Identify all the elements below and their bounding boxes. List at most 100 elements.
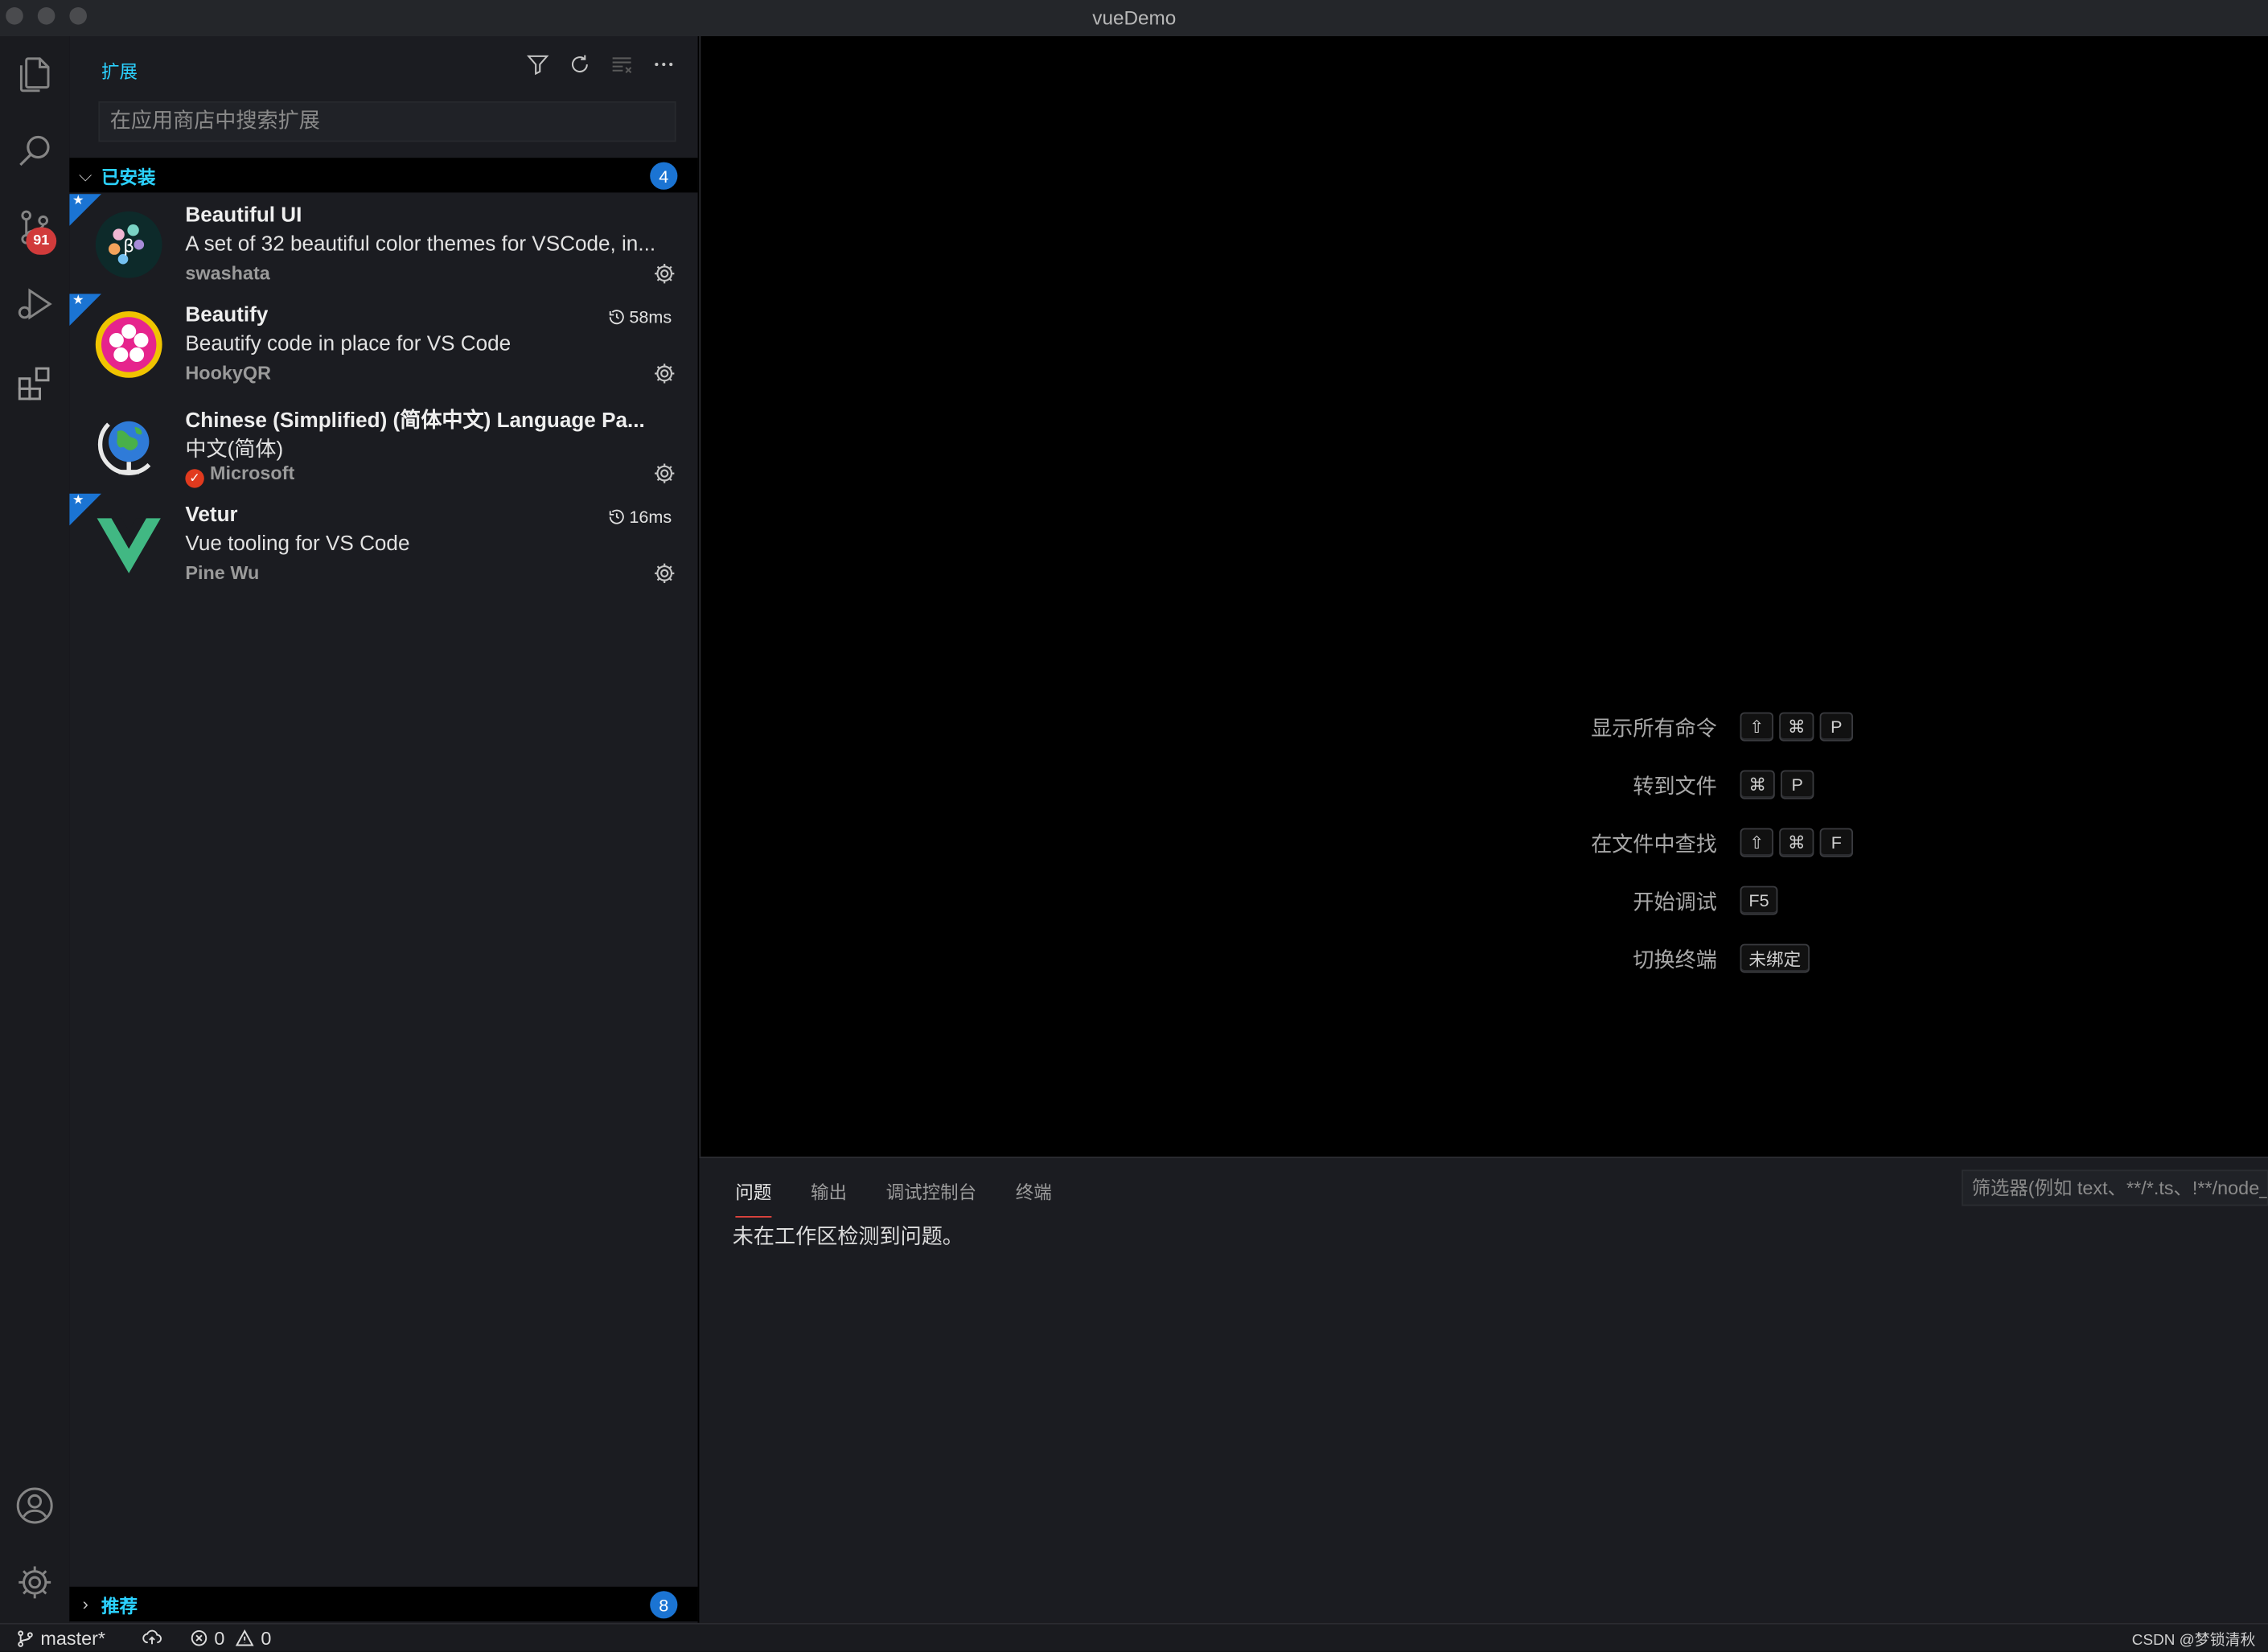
installed-label: 已安装 [101, 166, 156, 188]
extension-description: 中文(简体) [185, 438, 284, 462]
extension-publisher: swashata [185, 261, 270, 284]
shortcut-label: 显示所有命令 [1591, 717, 1717, 741]
key-f5: F5 [1740, 886, 1778, 915]
editor-area: 显示所有命令 ⇧ ⌘ P 转到文件 ⌘ P 在文件中查找 ⇧ ⌘ F 开始调试 … [699, 36, 2268, 1157]
tab-output[interactable]: 输出 [811, 1177, 847, 1217]
minimize-window-button[interactable] [37, 7, 55, 25]
scm-badge: 91 [26, 227, 57, 255]
extension-settings-gear-icon[interactable] [651, 561, 677, 586]
tab-terminal[interactable]: 终端 [1016, 1177, 1052, 1217]
shortcut-go-to-file: 转到文件 [701, 767, 1717, 802]
branch-name: master* [40, 1627, 106, 1650]
window-title: vueDemo [1092, 7, 1177, 29]
shortcut-label: 在文件中查找 [1591, 832, 1717, 857]
key-unbound: 未绑定 [1740, 943, 1810, 973]
key-f: F [1819, 828, 1853, 857]
status-bar: master* 0 0 CSDN @梦锁清秋 [0, 1622, 2268, 1652]
shortcut-toggle-terminal: 切换终端 [701, 941, 1717, 976]
extension-item-vetur[interactable]: ★ Vetur 16ms Vue tooling for VS Code Pin… [69, 492, 697, 594]
extension-item-beautiful-ui[interactable]: ★ β Beautiful UI A set of 32 beautiful c… [69, 192, 697, 294]
tab-debug-console[interactable]: 调试控制台 [886, 1177, 977, 1217]
vscode-window: vueDemo 91 扩展 在应用商店中搜索扩展 ⌵ 已安装 4 ★ β Bea… [0, 0, 2268, 1652]
extension-name: Beautiful UI [185, 203, 302, 228]
extensions-sidebar: 扩展 在应用商店中搜索扩展 ⌵ 已安装 4 ★ β Beautiful UI A… [69, 36, 698, 1623]
key-shift: ⇧ [1740, 828, 1773, 857]
history-icon [609, 310, 624, 325]
git-branch-icon [18, 1629, 33, 1646]
search-icon[interactable] [0, 116, 69, 185]
shortcut-find-in-files: 在文件中查找 [701, 825, 1717, 860]
filter-icon[interactable] [524, 51, 552, 78]
svg-text:β: β [123, 236, 134, 257]
key-cmd: ⌘ [1740, 770, 1775, 799]
shortcut-keys: 未绑定 [1740, 943, 1810, 973]
error-icon [191, 1629, 207, 1646]
activation-time-text: 58ms [629, 306, 672, 327]
clear-results-icon[interactable] [608, 51, 635, 78]
vue-logo-icon [97, 518, 161, 573]
history-icon [609, 509, 624, 524]
activation-time: 58ms [607, 307, 672, 327]
extensions-search-input[interactable]: 在应用商店中搜索扩展 [98, 101, 676, 142]
verified-publisher-icon: ✓ [185, 469, 204, 488]
star-icon: ★ [72, 492, 84, 507]
extension-item-chinese-language-pack[interactable]: Chinese (Simplified) (简体中文) Language Pa.… [69, 394, 697, 494]
extension-settings-gear-icon[interactable] [651, 360, 677, 386]
warning-icon [236, 1629, 255, 1646]
bottom-panel: 问题 输出 调试控制台 终端 筛选器(例如 text、**/*.ts、!**/n… [699, 1157, 2268, 1623]
accounts-icon[interactable] [0, 1471, 69, 1540]
watermark-text: CSDN @梦锁清秋 [2131, 1631, 2256, 1650]
shortcut-label: 转到文件 [1633, 775, 1717, 799]
extension-publisher: ✓ Microsoft [185, 462, 295, 488]
refresh-icon[interactable] [566, 51, 594, 78]
problems-filter-input[interactable]: 筛选器(例如 text、**/*.ts、!**/node_modules/**) [1962, 1169, 2268, 1206]
panel-tabs: 问题 输出 调试控制台 终端 [735, 1177, 1091, 1218]
manage-gear-icon[interactable] [0, 1547, 69, 1617]
extension-description: Vue tooling for VS Code [185, 532, 410, 557]
chevron-right-icon: › [82, 1593, 88, 1614]
extension-name: Chinese (Simplified) (简体中文) Language Pa.… [185, 409, 645, 434]
close-window-button[interactable] [6, 7, 23, 25]
error-count: 0 [214, 1627, 225, 1650]
problems-message: 未在工作区检测到问题。 [732, 1226, 963, 1250]
extension-settings-gear-icon[interactable] [651, 261, 677, 286]
activity-bar: 91 [0, 36, 70, 1623]
problems-status[interactable]: 0 0 [190, 1627, 272, 1650]
explorer-icon[interactable] [0, 39, 69, 109]
extension-name: Vetur [185, 503, 238, 528]
recommended-count-badge: 8 [650, 1591, 678, 1619]
more-actions-icon[interactable] [650, 51, 677, 78]
recommended-label: 推荐 [101, 1596, 138, 1617]
extension-settings-gear-icon[interactable] [651, 460, 677, 486]
shortcut-keys: ⇧ ⌘ P [1740, 712, 1853, 742]
extensions-icon[interactable] [0, 349, 69, 418]
zoom-window-button[interactable] [69, 7, 87, 25]
run-debug-icon[interactable] [0, 269, 69, 339]
installed-count-badge: 4 [650, 162, 678, 190]
shortcut-start-debugging: 开始调试 [701, 883, 1717, 918]
tab-problems[interactable]: 问题 [735, 1177, 772, 1218]
sidebar-toolbar [524, 51, 678, 78]
publisher-name: Microsoft [210, 462, 295, 484]
extension-publisher: Pine Wu [185, 561, 260, 584]
shortcut-label: 切换终端 [1633, 948, 1717, 972]
shortcut-keys: ⇧ ⌘ F [1740, 828, 1853, 857]
star-icon: ★ [72, 292, 84, 307]
installed-section-header[interactable]: ⌵ 已安装 4 [69, 158, 698, 193]
warning-count: 0 [261, 1627, 272, 1650]
key-shift: ⇧ [1740, 712, 1773, 742]
extension-publisher: HookyQR [185, 362, 272, 384]
beautify-logo-icon [95, 311, 162, 378]
key-p: P [1781, 770, 1814, 799]
extension-name: Beautify [185, 304, 269, 327]
shortcut-keys: F5 [1740, 886, 1778, 915]
key-p: P [1819, 712, 1853, 742]
branch-status[interactable]: master* [16, 1627, 105, 1649]
recommended-section-header[interactable]: › 推荐 8 [69, 1586, 698, 1621]
shortcut-label: 开始调试 [1633, 890, 1717, 914]
sync-status[interactable] [141, 1627, 164, 1647]
cloud-upload-icon [142, 1629, 162, 1645]
extension-description: Beautify code in place for VS Code [185, 333, 512, 356]
extension-item-beautify[interactable]: ★ Beautify 58ms Beautify code in place f… [69, 292, 697, 393]
extension-description: A set of 32 beautiful color themes for V… [185, 232, 656, 257]
